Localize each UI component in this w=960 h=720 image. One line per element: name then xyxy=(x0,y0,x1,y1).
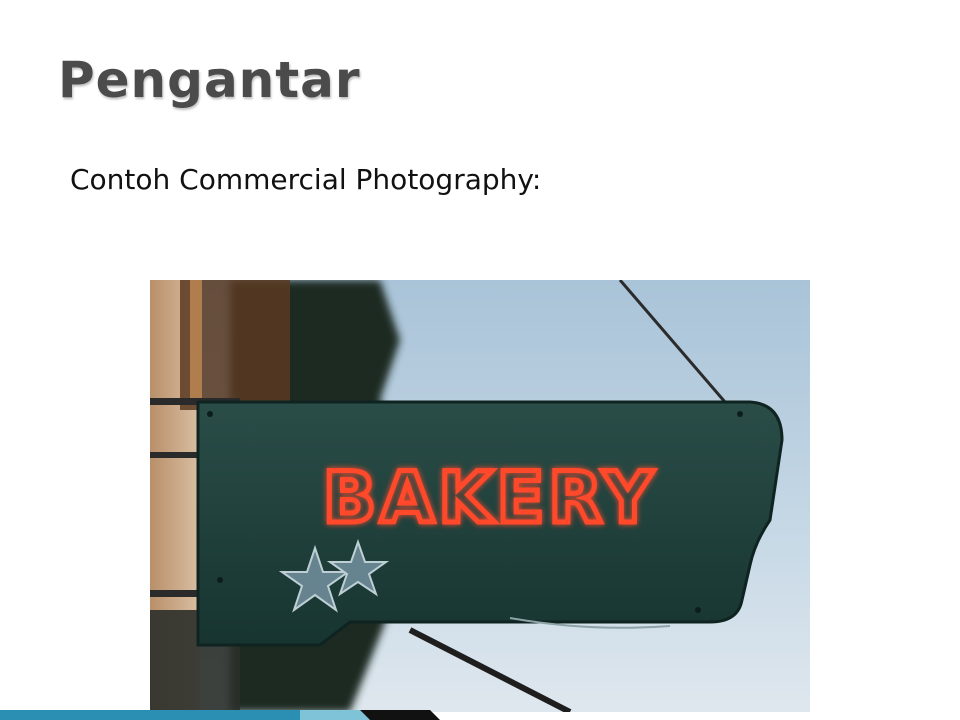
footer-accent-bar xyxy=(0,710,440,720)
neon-sign-text: BAKERY xyxy=(323,457,657,539)
slide-body-text: Contoh Commercial Photography: xyxy=(70,163,542,196)
bakery-sign-photo: BAKERY xyxy=(150,280,810,712)
slide-title: Pengantar xyxy=(58,51,361,109)
slide: Pengantar Contoh Commercial Photography: xyxy=(0,0,960,720)
